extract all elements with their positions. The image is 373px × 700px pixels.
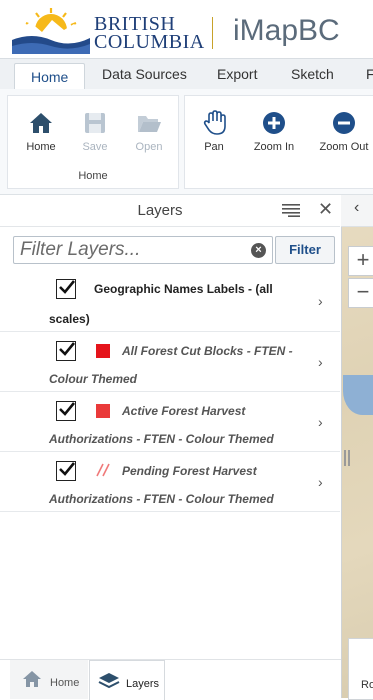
layers-icon (98, 673, 120, 689)
bottom-tab-layers-label: Layers (126, 678, 160, 690)
bottom-tab-bar: Home Layers (0, 659, 341, 700)
bottom-tab-home-label: Home (50, 677, 80, 689)
chevron-right-icon[interactable]: › (318, 414, 323, 430)
zoom-out-button-label: Zoom Out (319, 141, 369, 153)
tab-overflow[interactable]: F (366, 59, 373, 89)
layer-name-line1: Geographic Names Labels - (all (94, 282, 273, 296)
layer-item[interactable]: Pending Forest Harvest Authorizations - … (0, 452, 340, 512)
home-icon (30, 113, 52, 133)
panel-menu-icon[interactable] (282, 203, 300, 217)
zoom-in-button[interactable]: Zoom In (249, 110, 299, 153)
checkmark-icon (59, 280, 76, 294)
tab-data-sources[interactable]: Data Sources (102, 59, 187, 89)
checkmark-icon (59, 462, 76, 476)
map-zoom-in-button[interactable]: + (348, 246, 373, 276)
filter-layers-input[interactable] (13, 236, 273, 264)
save-icon (85, 113, 105, 133)
layer-name-line2: Colour Themed (49, 372, 138, 386)
map-zoom-out-button[interactable]: − (348, 278, 373, 308)
zoom-out-button[interactable]: Zoom Out (315, 110, 373, 153)
chevron-right-icon[interactable]: › (318, 474, 323, 490)
zoom-out-icon (333, 112, 355, 134)
pan-button-label: Pan (204, 141, 224, 153)
filter-button[interactable]: Filter (275, 236, 335, 264)
home-button-label: Home (26, 141, 56, 153)
tab-home[interactable]: Home (14, 63, 86, 91)
bottom-tab-layers[interactable]: Layers (89, 660, 165, 700)
map-bottom-label: Ro (361, 679, 373, 691)
chevron-right-icon[interactable]: › (318, 293, 323, 309)
tab-export[interactable]: Export (217, 59, 257, 89)
collapse-panel-icon[interactable]: ‹ (354, 199, 359, 217)
app-header: BRITISH COLUMBIA iMapBC (0, 0, 373, 58)
layers-list: Geographic Names Labels - (all scales) ›… (0, 272, 340, 512)
save-button[interactable]: Save (70, 110, 120, 153)
tab-sketch[interactable]: Sketch (291, 59, 334, 89)
home-group-label: Home (78, 170, 108, 182)
layer-item[interactable]: Active Forest Harvest Authorizations - F… (0, 392, 340, 452)
resize-handle-icon[interactable] (344, 450, 350, 466)
panel-title: Layers (137, 202, 183, 219)
layer-name-line1: Active Forest Harvest (122, 404, 246, 418)
home-icon (23, 671, 41, 687)
layer-name-line1: Pending Forest Harvest (122, 464, 257, 478)
layer-checkbox[interactable] (56, 461, 76, 481)
checkmark-icon (59, 342, 76, 356)
zoom-in-button-label: Zoom In (253, 141, 295, 153)
zoom-in-icon (263, 112, 285, 134)
layer-name-line2: scales) (49, 312, 90, 326)
bottom-tab-home[interactable]: Home (10, 660, 88, 699)
layer-item[interactable]: Geographic Names Labels - (all scales) › (0, 272, 340, 332)
panel-close-icon[interactable]: ✕ (318, 199, 333, 220)
hand-icon (203, 110, 226, 135)
home-group: Home Save Open Home (7, 95, 179, 189)
open-button-label: Open (135, 141, 163, 153)
home-button[interactable]: Home (16, 110, 66, 153)
app-title: iMapBC (233, 14, 340, 47)
ribbon-toolbar: Home Save Open Home Pan Zoom In Zoom Out (0, 89, 373, 195)
layer-name-line2: Authorizations - FTEN - Colour Themed (49, 432, 274, 446)
map-bottom-widget[interactable]: Ro (348, 638, 373, 700)
filter-row: × Filter (13, 236, 335, 266)
layer-checkbox[interactable] (56, 341, 76, 361)
chevron-right-icon[interactable]: › (318, 354, 323, 370)
hatch-swatch-icon (96, 463, 110, 477)
folder-open-icon (138, 116, 161, 132)
navigation-group: Pan Zoom In Zoom Out (184, 95, 373, 189)
save-button-label: Save (82, 141, 108, 153)
layers-panel-header: Layers ✕ (0, 195, 340, 227)
open-button[interactable]: Open (124, 110, 174, 153)
layer-checkbox[interactable] (56, 279, 76, 299)
layer-legend-swatch (96, 404, 110, 418)
layer-name-line1: All Forest Cut Blocks - FTEN - (122, 344, 293, 358)
layer-checkbox[interactable] (56, 401, 76, 421)
bc-logo-icon (12, 8, 90, 54)
header-divider (212, 17, 213, 49)
layer-name-line2: Authorizations - FTEN - Colour Themed (49, 492, 274, 506)
clear-filter-icon[interactable]: × (251, 243, 266, 258)
layer-item[interactable]: All Forest Cut Blocks - FTEN - Colour Th… (0, 332, 340, 392)
checkmark-icon (59, 402, 76, 416)
pan-button[interactable]: Pan (189, 110, 239, 153)
brand-line2: COLUMBIA (94, 31, 205, 53)
layer-legend-swatch (96, 344, 110, 358)
ribbon-tabs: Home Data Sources Export Sketch F (0, 58, 373, 91)
